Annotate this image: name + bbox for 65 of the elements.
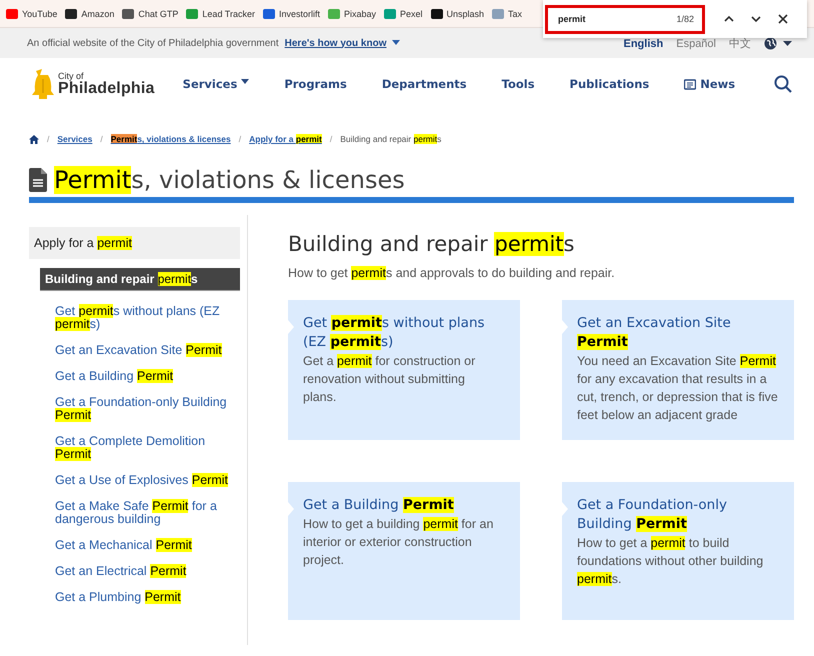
service-card[interactable]: Get an Excavation Site Permit You need an Excavation Site Permit for any excavation that results in a cut, trench, or depression that is five feet below an adjacent grade (562, 300, 794, 440)
search-button[interactable] (774, 75, 792, 93)
nav-link[interactable]: Departments (382, 77, 467, 91)
document-icon (29, 168, 47, 192)
breadcrumb-separator: / (238, 134, 242, 144)
section-heading: Building and repair permits (288, 232, 576, 256)
service-card[interactable]: Get a Building Permit How to get a building permit for an interior or exterior construction project. (288, 482, 520, 620)
nav-link[interactable]: Tools (502, 77, 535, 91)
liberty-bell-logo-icon (30, 67, 56, 101)
language-link[interactable]: English (624, 38, 664, 50)
card-title: Get permits without plans (EZ permits) (303, 314, 486, 352)
card-title: Get a Building Permit (303, 496, 455, 515)
card-description: Get a permit for construction or renovation without submitting plans. (303, 353, 476, 406)
section-intro: How to get permits and approvals to do building and repair. (288, 266, 616, 280)
current-breadcrumb: Building and repair permits (340, 134, 442, 144)
bookmark[interactable]: Amazon (65, 8, 114, 20)
search-icon (774, 75, 792, 93)
sidebar-link[interactable]: Get an Excavation Site Permit (55, 344, 235, 357)
breadcrumb-link[interactable]: Apply for a permit (249, 134, 322, 144)
sidebar-link[interactable]: Get a Use of Explosives Permit (55, 474, 235, 487)
match-count: 1/82 (676, 14, 694, 24)
bookmark[interactable]: Pixabay (328, 8, 376, 20)
service-card[interactable]: Get permits without plans (EZ permits) Get a permit for construction or renovation without submitting plans. (288, 300, 520, 440)
caret-icon (783, 40, 792, 46)
nav-link[interactable]: News (684, 77, 736, 91)
official-site-notice: An official website of the City of Philadelphia government (27, 38, 279, 48)
bookmark[interactable]: Pexel (384, 8, 423, 20)
bookmark[interactable]: Investorlift (262, 8, 320, 20)
sidebar-link[interactable]: Get a Mechanical Permit (55, 539, 235, 552)
home-icon (29, 134, 39, 144)
sidebar-current-item[interactable]: Building and repair permits (40, 268, 240, 291)
bookmark[interactable]: Unsplash (430, 8, 484, 20)
bookmark[interactable]: YouTube (6, 8, 58, 20)
bookmark[interactable]: Chat GTP (122, 8, 178, 20)
logo-philadelphia: Philadelphia (58, 80, 155, 96)
sidebar-parent-link[interactable]: Apply for a permit (29, 227, 240, 259)
card-description: You need an Excavation Site Permit for any excavation that results in a cut, trench, or depression that is five feet below an adjacent grade (577, 353, 779, 424)
logo-city-of: City of (58, 72, 85, 80)
bookmark[interactable]: Lead Tracker (186, 8, 255, 20)
breadcrumb-separator: / (47, 134, 50, 144)
how-you-know-link[interactable]: Here's how you know (284, 38, 386, 48)
sidebar-link[interactable]: Get a Plumbing Permit (55, 591, 235, 604)
nav-link[interactable]: Publications (570, 77, 650, 91)
breadcrumb-separator: / (100, 134, 103, 144)
page-title: Permits, violations & licenses (54, 165, 405, 195)
translate-menu-button[interactable] (764, 37, 792, 50)
language-link[interactable]: Español (676, 38, 716, 50)
caret-icon (241, 79, 250, 85)
breadcrumb-link[interactable]: Services (57, 134, 92, 144)
caret-icon (392, 40, 400, 46)
close-icon (777, 13, 789, 25)
breadcrumb-separator: / (330, 134, 332, 144)
card-title: Get an Excavation Site Permit (577, 314, 732, 352)
nav-link[interactable]: Services (182, 77, 250, 91)
newspaper-icon (684, 78, 696, 90)
card-description: How to get a building permit for an interior or exterior construction project. (303, 516, 494, 569)
nav-link[interactable]: Programs (284, 77, 347, 91)
card-title: Get a Foundation-only Building Permit (577, 496, 728, 534)
sidebar-link[interactable]: Get a Foundation-only Building Permit (55, 396, 235, 422)
sidebar-link[interactable]: Get a Complete Demolition Permit (55, 435, 235, 461)
home-link[interactable] (29, 134, 39, 144)
language-link[interactable]: 中文 (729, 36, 751, 51)
bookmark[interactable]: Tax (492, 8, 522, 20)
find-input-field[interactable]: permit 1/82 (545, 4, 705, 34)
sidebar-link[interactable]: Get a Building Permit (55, 370, 235, 383)
